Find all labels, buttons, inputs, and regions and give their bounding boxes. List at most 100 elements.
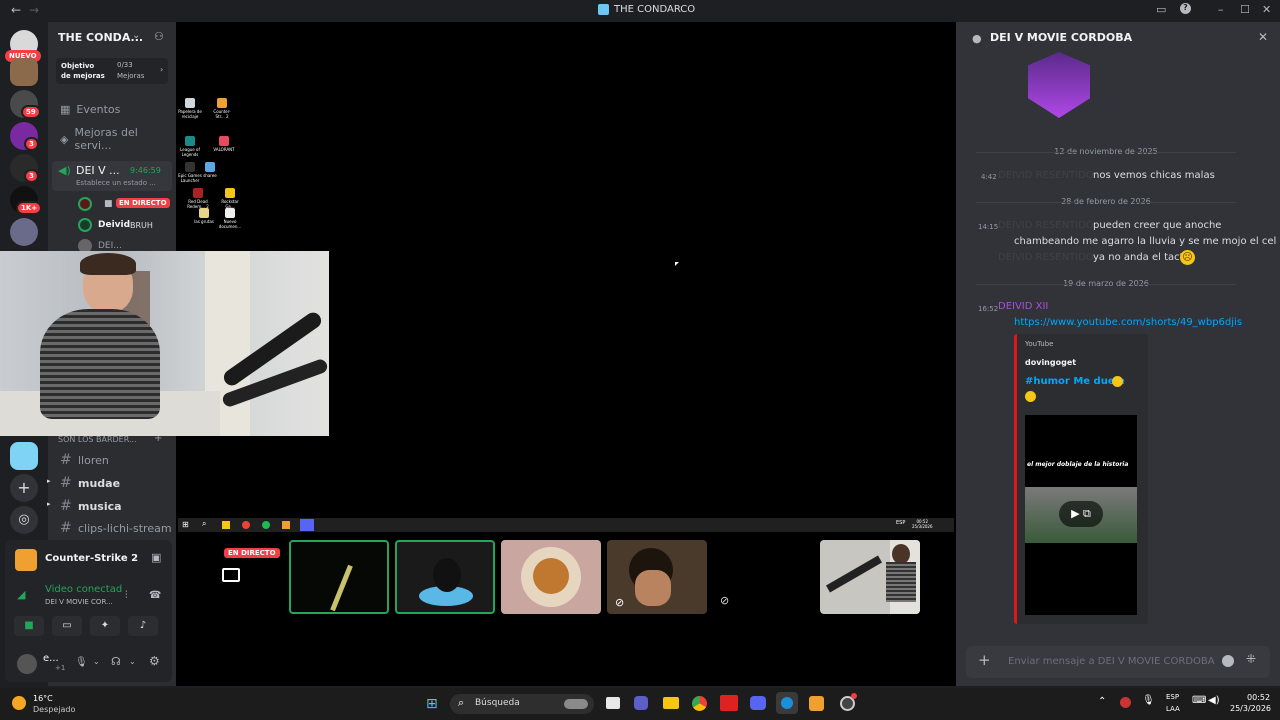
- voice-channel-active[interactable]: ◀) DEI V ... 9:46:59 Establece un estado…: [52, 161, 172, 191]
- chevron-down-icon[interactable]: ⌄: [132, 30, 140, 41]
- participant-tile[interactable]: [395, 540, 495, 614]
- webcam-overlay[interactable]: [0, 251, 329, 436]
- participant-tile[interactable]: [289, 540, 389, 614]
- attach-plus-icon[interactable]: +: [978, 651, 991, 669]
- disconnect-icon[interactable]: ☎: [149, 590, 161, 601]
- news-app-icon[interactable]: [720, 695, 738, 711]
- camera-button[interactable]: ■: [14, 616, 44, 636]
- chevron-down-icon[interactable]: ⌄: [129, 657, 136, 666]
- message-input[interactable]: Enviar mensaje a DEI V MOVIE CORDOBA: [1008, 656, 1215, 667]
- volume-icon[interactable]: ◀): [1208, 695, 1220, 706]
- lang-bottom[interactable]: LAA: [1166, 705, 1180, 713]
- member-avatar[interactable]: [78, 197, 92, 211]
- voice-channel-name: DEI V ...: [76, 164, 120, 177]
- server-icon-2[interactable]: [10, 58, 38, 86]
- help-icon[interactable]: ?: [1180, 3, 1191, 14]
- date-separator: 12 de noviembre de 2025: [956, 147, 1256, 156]
- events-item[interactable]: ▦ Eventos: [60, 103, 120, 116]
- chevron-down-icon[interactable]: ⌄: [93, 657, 100, 666]
- game-overlay-icon[interactable]: ▣: [151, 551, 161, 564]
- youtube-link[interactable]: https://www.youtube.com/shorts/49_wbp6dj…: [1014, 317, 1242, 328]
- voice-location[interactable]: DEI V MOVIE COR...: [45, 598, 113, 606]
- app-shortcut-icon: [225, 188, 235, 198]
- chrome-icon[interactable]: [692, 696, 707, 711]
- inbox-icon[interactable]: ▭: [1156, 3, 1166, 16]
- screen-share-button[interactable]: ▭: [52, 616, 82, 636]
- close-window-icon[interactable]: ✕: [1262, 3, 1271, 16]
- speaker-icon: ◀): [58, 164, 71, 177]
- cs2-icon[interactable]: [809, 696, 824, 711]
- message-author[interactable]: DEIVID RESENTIDO: [998, 220, 1094, 231]
- message-author[interactable]: DEIVID XII: [998, 301, 1048, 312]
- tray-chevron-icon[interactable]: ⌃: [1098, 696, 1106, 707]
- activity-game[interactable]: Counter-Strike 2: [45, 553, 138, 564]
- file-explorer-icon[interactable]: [663, 697, 679, 709]
- desktop-icon: Rockstar Ga...: [218, 188, 242, 209]
- tray-mic-icon[interactable]: 🎙: [1142, 695, 1155, 706]
- network-icon[interactable]: ⌨: [1192, 695, 1206, 706]
- taskbar-search[interactable]: ⌕ Búsqueda: [450, 694, 594, 714]
- channel-item[interactable]: # clips-lichi-stream: [60, 520, 172, 536]
- camera-icon: ■: [104, 199, 113, 209]
- noise-suppression-icon[interactable]: ⫶: [125, 590, 128, 601]
- date-separator: 28 de febrero de 2026: [956, 197, 1256, 206]
- server-icon-7[interactable]: [10, 218, 38, 246]
- participant-tile[interactable]: [501, 540, 601, 614]
- category-header[interactable]: SON LOS BARDER...: [58, 435, 137, 444]
- app-shortcut-icon: [225, 208, 235, 218]
- discord-icon[interactable]: [750, 696, 766, 710]
- guild-name[interactable]: THE CONDA...: [58, 31, 143, 44]
- stream-tile[interactable]: EN DIRECTO: [182, 540, 282, 614]
- teams-icon[interactable]: [634, 696, 648, 710]
- discover-icon[interactable]: ◎: [10, 506, 38, 534]
- weather-desc[interactable]: Despejado: [33, 705, 75, 714]
- voice-connected[interactable]: Video conectad: [45, 584, 122, 595]
- user-avatar[interactable]: [17, 654, 37, 674]
- voice-status[interactable]: Establece un estado ...: [76, 179, 156, 187]
- back-arrow-icon[interactable]: ←: [8, 3, 24, 17]
- video-thumbnail[interactable]: el mejor doblaje de la historia ▶ ⧉: [1025, 415, 1137, 615]
- clock-time[interactable]: 00:52: [1247, 693, 1270, 702]
- minimize-icon[interactable]: –: [1218, 3, 1224, 16]
- app-shortcut-icon: [217, 98, 227, 108]
- emoji-picker-icon[interactable]: [1222, 655, 1234, 667]
- message-author[interactable]: DEIVID RESENTIDO: [998, 170, 1094, 181]
- channel-item[interactable]: # musica: [60, 498, 122, 514]
- close-panel-icon[interactable]: ✕: [1258, 30, 1268, 44]
- boost-goal[interactable]: Objetivo de mejoras 0/33 Mejoras ›: [56, 58, 168, 84]
- message-input-box[interactable]: + Enviar mensaje a DEI V MOVIE CORDOBA ⁜: [966, 646, 1270, 678]
- weather-temp[interactable]: 16°C: [33, 694, 53, 703]
- member-avatar[interactable]: [78, 218, 92, 232]
- participant-tile[interactable]: [820, 540, 920, 614]
- maximize-icon[interactable]: ☐: [1240, 3, 1250, 16]
- discord-taskbar-icon: [300, 519, 314, 531]
- windows-start-icon[interactable]: ⊞: [426, 696, 438, 712]
- activities-button[interactable]: ✦: [90, 616, 120, 636]
- channel-item[interactable]: # mudae: [60, 475, 120, 491]
- microphone-icon[interactable]: 🎙: [75, 657, 88, 668]
- youtube-embed[interactable]: YouTube dovingoget #humor Me duele el me…: [1014, 334, 1148, 624]
- boosts-item[interactable]: ◈ Mejoras del servi...: [60, 126, 176, 152]
- soundboard-button[interactable]: ♪: [128, 616, 158, 636]
- channel-item[interactable]: # lloren: [60, 452, 109, 468]
- forward-arrow-icon[interactable]: →: [26, 3, 42, 17]
- clock-date[interactable]: 25/3/2026: [1230, 704, 1271, 713]
- settings-gear-icon[interactable]: ⚙: [149, 654, 160, 668]
- server-icon-active[interactable]: [10, 442, 38, 470]
- participant-tile[interactable]: ⊘: [607, 540, 707, 614]
- lang-top[interactable]: ESP: [1166, 693, 1179, 701]
- embed-author[interactable]: dovingoget: [1025, 358, 1076, 367]
- tray-app-icon[interactable]: [1120, 697, 1131, 708]
- member-name[interactable]: DEI...: [98, 241, 122, 251]
- headphones-icon[interactable]: ☊: [111, 655, 121, 668]
- task-view-icon[interactable]: [606, 697, 620, 709]
- play-button-icon[interactable]: ▶ ⧉: [1059, 501, 1103, 527]
- member-name[interactable]: Deivid: [98, 220, 130, 230]
- apps-icon[interactable]: ⁜: [1246, 652, 1256, 666]
- message-author[interactable]: DEIVID RESENTIDO: [998, 252, 1094, 263]
- embed-title[interactable]: #humor Me duele: [1025, 376, 1125, 387]
- message-text: pueden creer que anoche: [1093, 220, 1222, 231]
- invite-icon[interactable]: ⚇: [154, 30, 164, 43]
- user-name[interactable]: e...: [43, 653, 59, 664]
- add-server-icon[interactable]: +: [10, 474, 38, 502]
